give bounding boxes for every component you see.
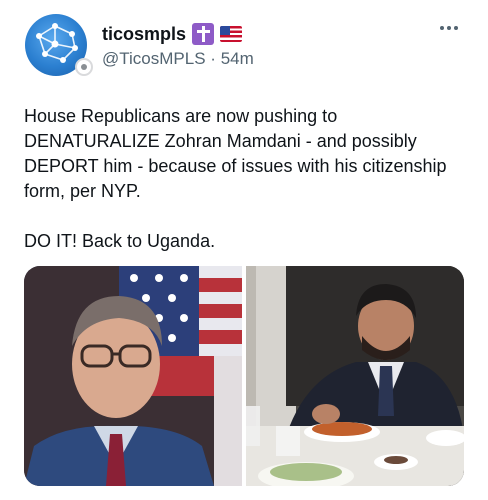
author-name-row[interactable]: ticosmpls bbox=[102, 21, 243, 47]
meta-separator: · bbox=[210, 49, 216, 68]
photo-man-in-suit-with-flag bbox=[24, 266, 242, 486]
author-meta: @TicosMPLS · 54m bbox=[102, 49, 254, 69]
media-photo-right[interactable] bbox=[246, 266, 464, 486]
timestamp[interactable]: 54m bbox=[221, 49, 254, 68]
display-name[interactable]: ticosmpls bbox=[102, 24, 186, 45]
more-options-icon[interactable] bbox=[440, 26, 458, 30]
us-flag-icon bbox=[220, 26, 243, 42]
verified-org-badge-icon bbox=[75, 58, 93, 76]
tweet-text: House Republicans are now pushing to DEN… bbox=[24, 106, 447, 251]
photo-man-eating-at-table bbox=[246, 266, 464, 486]
media-photo-left[interactable] bbox=[24, 266, 242, 486]
handle[interactable]: @TicosMPLS bbox=[102, 49, 206, 68]
latin-cross-icon bbox=[192, 23, 215, 45]
